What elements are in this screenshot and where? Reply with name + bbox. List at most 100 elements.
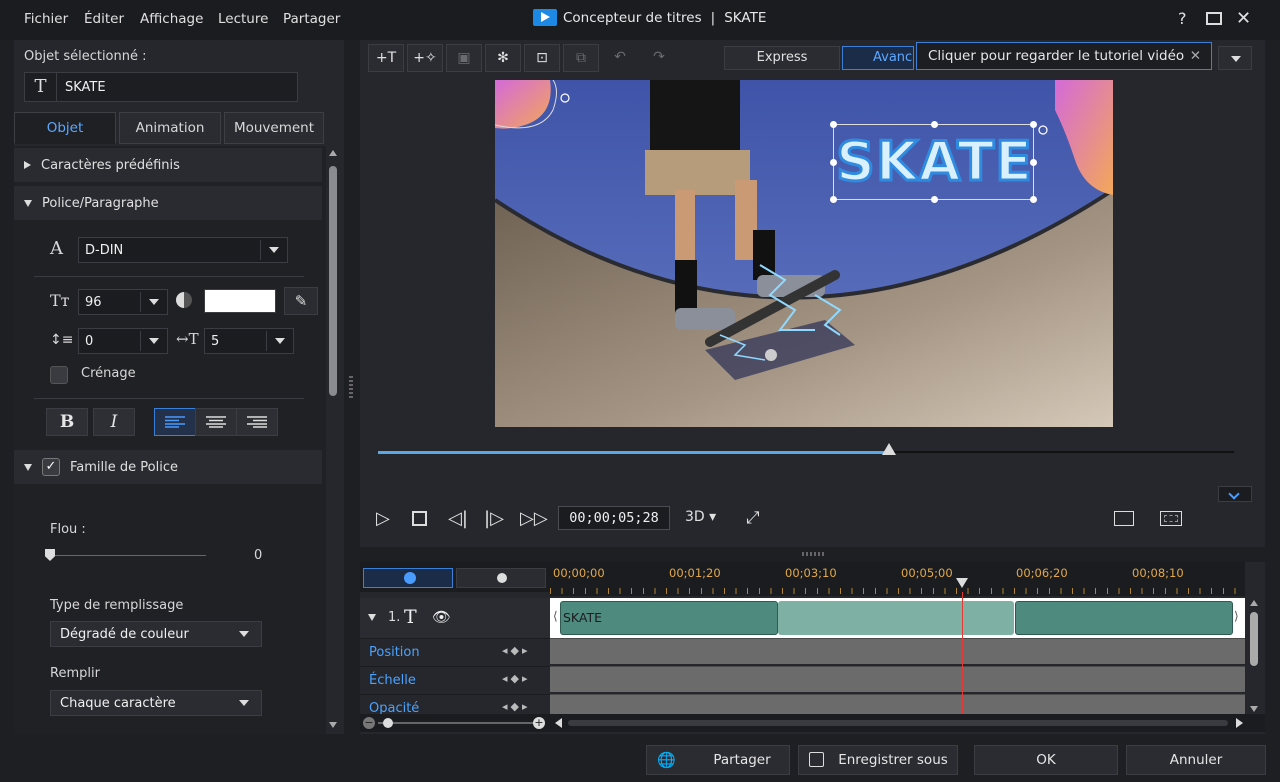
blur-slider-track[interactable] <box>50 555 206 556</box>
collapse-arrow-icon[interactable] <box>368 614 376 621</box>
kerning-checkbox[interactable] <box>50 366 68 384</box>
scroll-up-icon[interactable] <box>1250 600 1258 606</box>
clip-segment[interactable] <box>778 601 1014 635</box>
zoom-out-icon[interactable]: − <box>363 717 375 729</box>
preview-scrubber[interactable] <box>378 443 1234 455</box>
clip-trim-right-icon[interactable]: ⟩ <box>1234 609 1239 623</box>
zoom-slider[interactable] <box>378 722 538 724</box>
redo-icon[interactable]: ↷ <box>641 44 677 72</box>
scroll-up-icon[interactable] <box>329 150 337 156</box>
scroll-right-icon[interactable] <box>1236 718 1243 728</box>
line-spacing-dropdown[interactable]: 0 <box>78 328 168 354</box>
fill-dropdown[interactable]: Chaque caractère <box>50 690 262 716</box>
resize-handle[interactable] <box>830 196 837 203</box>
ok-button[interactable]: OK <box>974 745 1118 775</box>
timecode-display[interactable]: 00;00;05;28 <box>558 506 670 530</box>
grid-icon[interactable] <box>1160 511 1182 526</box>
font-size-dropdown[interactable]: 96 <box>78 289 168 315</box>
tab-advanced[interactable]: Avanc <box>842 46 914 70</box>
resize-handle[interactable] <box>830 159 837 166</box>
resize-handle[interactable] <box>931 121 938 128</box>
font-family-checkbox[interactable]: ✓ <box>42 458 60 476</box>
keyframe-label[interactable]: Échelle <box>369 673 416 688</box>
keyframe-controls[interactable]: ◂◆▸ <box>502 700 531 713</box>
eyedropper-icon[interactable]: ✎ <box>284 287 318 315</box>
undo-icon[interactable]: ↶ <box>602 44 638 72</box>
next-frame-icon[interactable]: |▷ <box>484 508 504 529</box>
safe-zone-icon[interactable] <box>1114 511 1134 526</box>
stop-icon[interactable] <box>412 511 427 526</box>
layer-button[interactable]: ⧉ <box>563 44 599 72</box>
title-bounding-box[interactable]: SKATE <box>830 121 1037 203</box>
blur-slider-thumb[interactable] <box>45 549 55 561</box>
font-color-swatch[interactable] <box>204 289 276 313</box>
keyframe-lane[interactable] <box>550 666 1245 692</box>
resize-handle[interactable] <box>931 196 938 203</box>
scrollbar-thumb[interactable] <box>329 166 337 396</box>
align-left-button[interactable] <box>154 408 196 436</box>
preview-canvas[interactable]: SKATE <box>495 80 1113 427</box>
global-timeline-tab[interactable] <box>456 568 546 588</box>
selected-object-field[interactable]: T SKATE <box>24 72 298 102</box>
eye-icon[interactable]: 👁 <box>432 608 451 626</box>
previous-frame-icon[interactable]: ◁| <box>448 508 468 529</box>
keyframe-lane[interactable] <box>550 638 1245 664</box>
mode-3d-dropdown[interactable]: 3D ▾ <box>685 509 716 525</box>
play-icon[interactable]: ▷ <box>376 508 390 529</box>
zoom-in-icon[interactable]: + <box>533 717 545 729</box>
clip-segment[interactable] <box>1015 601 1233 635</box>
timeline-vscrollbar[interactable] <box>1247 598 1261 718</box>
scrollbar-thumb[interactable] <box>1250 612 1258 666</box>
menu-partager[interactable]: Partager <box>283 11 340 27</box>
keyframe-controls[interactable]: ◂◆▸ <box>502 672 531 685</box>
keyframe-label[interactable]: Position <box>369 645 420 660</box>
menu-affichage[interactable]: Affichage <box>140 11 203 27</box>
resize-handle[interactable] <box>1030 159 1037 166</box>
insert-particle-button[interactable]: +✧ <box>407 44 443 72</box>
tab-mouvement[interactable]: Mouvement <box>224 112 324 144</box>
clip-segment[interactable]: SKATE <box>560 601 778 635</box>
keyframe-controls[interactable]: ◂◆▸ <box>502 644 531 657</box>
resize-handle[interactable] <box>830 121 837 128</box>
align-right-button[interactable] <box>236 408 278 436</box>
tab-express[interactable]: Express <box>724 46 840 70</box>
fill-type-dropdown[interactable]: Dégradé de couleur <box>50 621 262 647</box>
tab-animation[interactable]: Animation <box>119 112 221 144</box>
question-mark-icon[interactable]: ? <box>1178 9 1187 28</box>
resize-handle[interactable] <box>1030 196 1037 203</box>
scrubber-thumb[interactable] <box>882 443 896 455</box>
tab-objet[interactable]: Objet <box>14 112 116 144</box>
menu-lecture[interactable]: Lecture <box>218 11 268 27</box>
fast-forward-icon[interactable]: ▷▷ <box>520 508 548 529</box>
insert-image-button[interactable]: ▣ <box>446 44 482 72</box>
timeline-splitter[interactable] <box>802 552 826 556</box>
playhead-handle[interactable] <box>956 578 968 588</box>
timeline-ruler[interactable]: 00;00;00 00;01;20 00;03;10 00;05;00 00;0… <box>550 562 1245 596</box>
insert-effect-button[interactable]: ✻ <box>485 44 521 72</box>
share-button[interactable]: 🌐 Partager <box>646 745 790 775</box>
expand-button[interactable] <box>1218 486 1252 502</box>
close-icon[interactable]: ✕ <box>1190 43 1201 69</box>
panel-scrollbar[interactable] <box>326 146 340 734</box>
opacity-icon[interactable] <box>176 292 192 308</box>
insert-background-button[interactable]: ⊡ <box>524 44 560 72</box>
bold-button[interactable]: B <box>46 408 88 436</box>
menu-fichier[interactable]: Fichier <box>24 11 68 27</box>
italic-button[interactable]: I <box>93 408 135 436</box>
panel-splitter[interactable] <box>349 376 353 400</box>
align-center-button[interactable] <box>195 408 237 436</box>
font-name-dropdown[interactable]: D-DIN <box>78 237 288 263</box>
resize-handle[interactable] <box>1030 121 1037 128</box>
maximize-icon[interactable] <box>1206 12 1222 25</box>
char-spacing-dropdown[interactable]: 5 <box>204 328 294 354</box>
section-font-paragraph[interactable]: Police/Paragraphe <box>14 186 322 220</box>
save-as-button[interactable]: Enregistrer sous <box>798 745 958 775</box>
object-timeline-tab[interactable] <box>363 568 453 588</box>
scroll-down-icon[interactable] <box>1250 706 1258 712</box>
scroll-left-icon[interactable] <box>555 718 562 728</box>
cancel-button[interactable]: Annuler <box>1126 745 1266 775</box>
section-presets[interactable]: Caractères prédéfinis <box>14 148 322 182</box>
timeline-hscrollbar[interactable] <box>568 720 1228 726</box>
section-font-family[interactable]: ✓ Famille de Police <box>14 450 322 484</box>
close-icon[interactable]: ✕ <box>1236 8 1251 29</box>
